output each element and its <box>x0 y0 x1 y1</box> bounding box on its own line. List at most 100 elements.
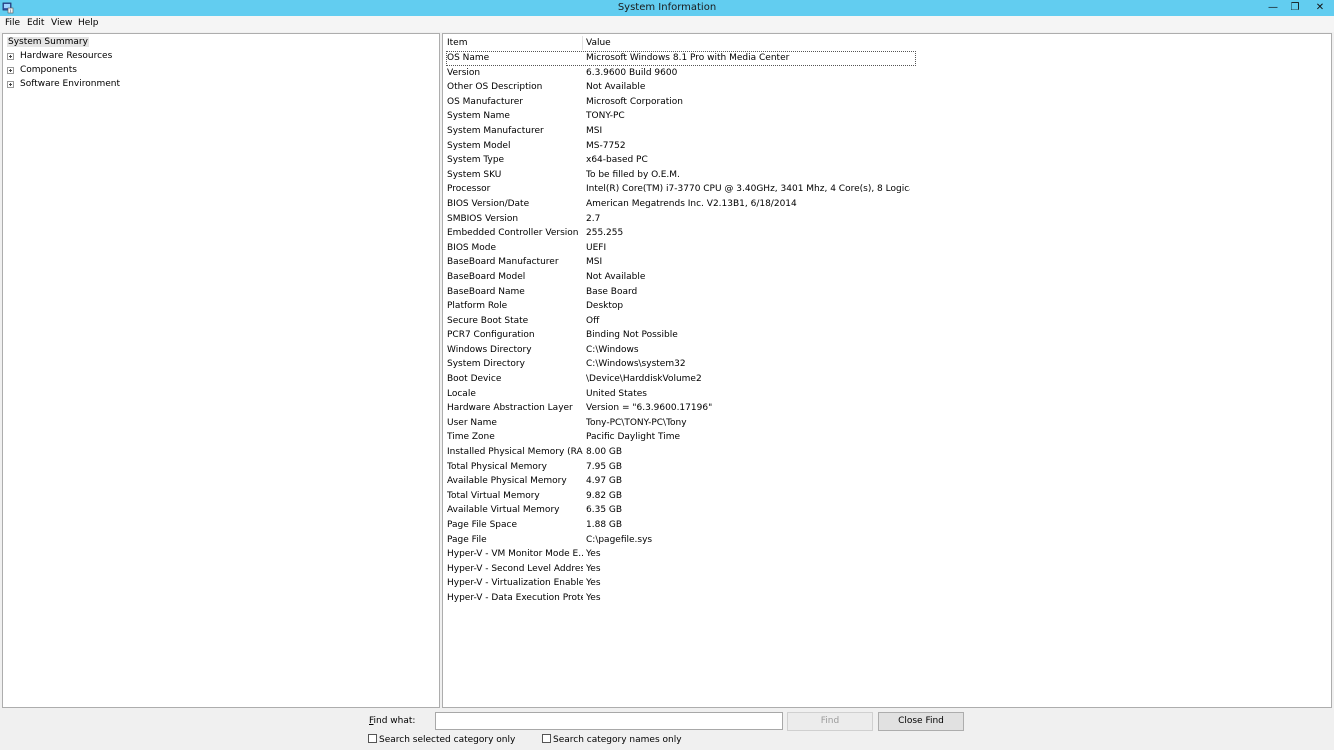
row-item: OS Name <box>447 53 490 63</box>
row-item: System SKU <box>447 169 502 180</box>
find-what-input[interactable] <box>435 712 783 730</box>
table-row[interactable]: Other OS Description Not Available <box>443 80 1331 95</box>
row-item: Windows Directory <box>447 344 532 355</box>
details-list[interactable]: Item Value OS Name Microsoft Windows 8.1 … <box>442 33 1332 708</box>
row-value: To be filled by O.E.M. <box>586 169 680 180</box>
row-value: x64-based PC <box>586 155 648 166</box>
table-row[interactable]: Secure Boot State Off <box>443 314 1331 329</box>
row-value: C:\Windows\system32 <box>586 359 686 370</box>
checkbox-box[interactable] <box>542 734 551 743</box>
tree-item-label: Software Environment <box>20 79 121 89</box>
category-tree[interactable]: System Summary Hardware Resources Compon… <box>2 33 440 708</box>
row-value: Tony-PC\TONY-PC\Tony <box>586 417 687 428</box>
table-row[interactable]: Embedded Controller Version 255.255 <box>443 226 1331 241</box>
close-find-button[interactable]: Close Find <box>878 712 964 731</box>
row-item: BIOS Version/Date <box>447 198 530 209</box>
table-row[interactable]: SMBIOS Version 2.7 <box>443 212 1331 227</box>
table-row[interactable]: User Name Tony-PC\TONY-PC\Tony <box>443 416 1331 431</box>
tree-item-software-environment[interactable]: Software Environment <box>7 78 121 91</box>
row-value: Version = "6.3.9600.17196" <box>586 403 713 414</box>
row-value: 6.35 GB <box>586 505 623 516</box>
row-item: User Name <box>447 417 497 428</box>
table-row[interactable]: Platform Role Desktop <box>443 299 1331 314</box>
table-row[interactable]: Available Virtual Memory 6.35 GB <box>443 503 1331 518</box>
table-row[interactable]: PCR7 Configuration Binding Not Possible <box>443 328 1331 343</box>
column-header-value[interactable]: Value <box>586 36 886 50</box>
row-item: Hyper-V - VM Monitor Mode E... <box>447 549 583 560</box>
table-row[interactable]: BaseBoard Model Not Available <box>443 270 1331 285</box>
table-row[interactable]: System Name TONY-PC <box>443 109 1331 124</box>
table-row[interactable]: System Type x64-based PC <box>443 153 1331 168</box>
tree-item-components[interactable]: Components <box>7 64 77 77</box>
table-row[interactable]: Windows Directory C:\Windows <box>443 343 1331 358</box>
column-header-item[interactable]: Item <box>447 36 583 50</box>
table-row[interactable]: Hyper-V - Second Level Addres... Yes <box>443 562 1331 577</box>
table-row[interactable]: Processor Intel(R) Core(TM) i7-3770 CPU @… <box>443 182 1331 197</box>
row-value: MS-7752 <box>586 140 626 151</box>
details-rows: OS Name Microsoft Windows 8.1 Pro with Me… <box>443 51 1331 606</box>
table-row[interactable]: Page File Space 1.88 GB <box>443 518 1331 533</box>
row-item: Version <box>447 67 481 78</box>
menu-file[interactable]: File <box>5 16 20 32</box>
table-row[interactable]: BIOS Mode UEFI <box>443 241 1331 256</box>
row-item: Processor <box>447 184 491 195</box>
row-value: C:\pagefile.sys <box>586 534 653 545</box>
expand-plus-icon[interactable] <box>7 53 14 60</box>
row-item: System Manufacturer <box>447 125 544 136</box>
menu-view[interactable]: View <box>51 16 72 32</box>
table-row[interactable]: Installed Physical Memory (RAM) 8.00 GB <box>443 445 1331 460</box>
menu-help[interactable]: Help <box>78 16 99 32</box>
table-row[interactable]: Locale United States <box>443 387 1331 402</box>
table-row[interactable]: Boot Device \Device\HarddiskVolume2 <box>443 372 1331 387</box>
table-row[interactable]: Version 6.3.9600 Build 9600 <box>443 66 1331 81</box>
table-row[interactable]: Hyper-V - VM Monitor Mode E... Yes <box>443 547 1331 562</box>
row-value: United States <box>586 388 647 399</box>
row-value: Binding Not Possible <box>586 330 678 341</box>
find-button[interactable]: Find <box>787 712 873 731</box>
row-item: Available Physical Memory <box>447 476 567 487</box>
table-row[interactable]: Total Physical Memory 7.95 GB <box>443 460 1331 475</box>
expand-plus-icon[interactable] <box>7 67 14 74</box>
restore-icon[interactable]: ❐ <box>1284 0 1306 16</box>
row-item: Page File Space <box>447 520 517 530</box>
table-row[interactable]: BaseBoard Manufacturer MSI <box>443 255 1331 270</box>
table-row[interactable]: BIOS Version/Date American Megatrends Inc… <box>443 197 1331 212</box>
title-bar[interactable]: i System Information — ❐ ✕ <box>0 0 1334 16</box>
row-item: Boot Device <box>447 374 502 385</box>
row-item: System Directory <box>447 359 525 370</box>
row-item: Hyper-V - Data Execution Prote... <box>447 592 583 603</box>
menu-bar: File Edit View Help <box>0 16 1334 32</box>
table-row[interactable]: OS Name Microsoft Windows 8.1 Pro with Me… <box>446 51 916 66</box>
table-row[interactable]: Time Zone Pacific Daylight Time <box>443 430 1331 445</box>
tree-item-label: Components <box>20 65 77 75</box>
row-value: Yes <box>586 592 601 603</box>
table-row[interactable]: System SKU To be filled by O.E.M. <box>443 168 1331 183</box>
row-value: Not Available <box>586 82 646 93</box>
menu-edit[interactable]: Edit <box>27 16 44 32</box>
table-row[interactable]: BaseBoard Name Base Board <box>443 285 1331 300</box>
row-item: Other OS Description <box>447 82 543 93</box>
checkbox-box[interactable] <box>368 734 377 743</box>
table-row[interactable]: Hyper-V - Data Execution Prote... Yes <box>443 591 1331 606</box>
search-selected-category-checkbox[interactable]: Search selected category only <box>368 734 515 746</box>
table-row[interactable]: Hardware Abstraction Layer Version = "6.3… <box>443 401 1331 416</box>
table-row[interactable]: System Manufacturer MSI <box>443 124 1331 139</box>
row-value: Yes <box>586 549 601 560</box>
tree-item-system-summary[interactable]: System Summary <box>7 36 89 49</box>
row-item: Page File <box>447 534 487 545</box>
table-row[interactable]: System Directory C:\Windows\system32 <box>443 357 1331 372</box>
table-row[interactable]: Total Virtual Memory 9.82 GB <box>443 489 1331 504</box>
table-row[interactable]: System Model MS-7752 <box>443 139 1331 154</box>
table-row[interactable]: Available Physical Memory 4.97 GB <box>443 474 1331 489</box>
expand-plus-icon[interactable] <box>7 81 14 88</box>
minimize-icon[interactable]: — <box>1262 0 1284 16</box>
search-category-names-checkbox[interactable]: Search category names only <box>542 734 682 746</box>
row-item: Total Physical Memory <box>447 461 547 472</box>
table-row[interactable]: Page File C:\pagefile.sys <box>443 533 1331 548</box>
close-icon[interactable]: ✕ <box>1306 0 1334 16</box>
table-row[interactable]: Hyper-V - Virtualization Enable... Yes <box>443 576 1331 591</box>
tree-item-hardware-resources[interactable]: Hardware Resources <box>7 50 112 63</box>
find-bar: Find what: Find Close Find Search select… <box>0 709 1334 750</box>
table-row[interactable]: OS Manufacturer Microsoft Corporation <box>443 95 1331 110</box>
row-item: System Model <box>447 140 511 151</box>
